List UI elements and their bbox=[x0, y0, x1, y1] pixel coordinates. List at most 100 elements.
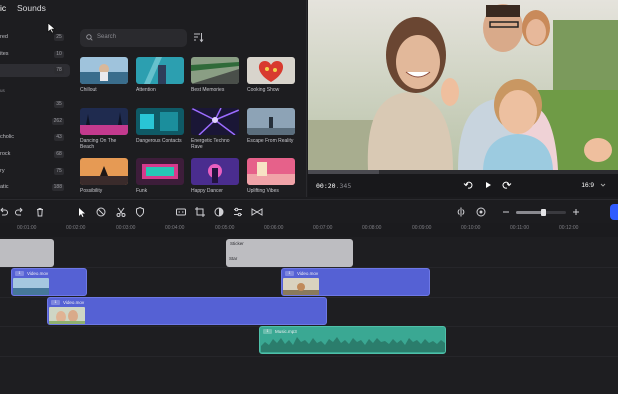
clip-thumbnail bbox=[49, 307, 85, 324]
track-title: Escape From Reality bbox=[247, 138, 294, 144]
rewind-icon[interactable] bbox=[463, 180, 473, 190]
category-count: 10 bbox=[54, 51, 64, 58]
clip-label: Video.mov bbox=[63, 300, 85, 305]
redo-icon[interactable] bbox=[14, 206, 26, 218]
ruler-label: 00:08:00 bbox=[362, 225, 382, 231]
category-item[interactable]: red 25 bbox=[0, 31, 70, 44]
track-thumbnail bbox=[136, 57, 184, 84]
search-icon bbox=[86, 34, 93, 41]
track-card[interactable]: Happy Dancer bbox=[191, 158, 239, 194]
magnet-icon[interactable] bbox=[475, 206, 487, 218]
category-group-header: us bbox=[0, 84, 70, 97]
search-input[interactable]: Search bbox=[80, 29, 187, 47]
category-item[interactable]: 262 bbox=[0, 115, 70, 128]
category-count: 35 bbox=[54, 101, 64, 108]
forward-icon[interactable] bbox=[502, 180, 512, 190]
ruler-label: 00:01:00 bbox=[17, 225, 37, 231]
ruler-label: 00:12:00 bbox=[559, 225, 579, 231]
video-clip[interactable]: 1 Video.mov bbox=[281, 268, 430, 296]
ruler-label: 00:02:00 bbox=[66, 225, 86, 231]
track-card[interactable]: Escape From Reality bbox=[247, 108, 295, 144]
zoom-knob[interactable] bbox=[541, 209, 546, 216]
track-card[interactable]: Dangerous Contacts bbox=[136, 108, 184, 144]
timeline-toolbar bbox=[0, 199, 618, 223]
split-view-icon[interactable] bbox=[455, 206, 467, 218]
timeline-tracks: Sticker Star 1 Video.mov 1 Video.mov 1 V… bbox=[0, 237, 618, 394]
library-tabs: ic Sounds bbox=[0, 0, 307, 18]
category-count: 43 bbox=[54, 134, 64, 141]
track-title: Attention bbox=[136, 87, 156, 93]
tab-sounds[interactable]: Sounds bbox=[17, 3, 46, 13]
track-title: Energetic Techno Rave bbox=[191, 138, 230, 150]
video-editor-window: ic Sounds red 25 ites 10 78 us 35 262 chol… bbox=[0, 0, 618, 394]
audio-clip[interactable]: 1 Music.mp3 bbox=[259, 326, 446, 354]
plus-icon[interactable] bbox=[570, 206, 582, 218]
color-icon[interactable] bbox=[213, 206, 225, 218]
video-clip[interactable]: 1 Video.mov bbox=[47, 297, 327, 325]
track-title: Dancing On The Beach bbox=[80, 138, 117, 150]
category-item[interactable]: ites 10 bbox=[0, 48, 70, 61]
disable-icon[interactable] bbox=[95, 206, 107, 218]
category-label: rock bbox=[0, 151, 11, 157]
track-card[interactable]: Possibility bbox=[80, 158, 128, 194]
category-item[interactable]: rock 68 bbox=[0, 148, 70, 161]
ruler-label: 00:04:00 bbox=[165, 225, 185, 231]
sticker-clip[interactable]: Sticker Star bbox=[226, 239, 353, 267]
search-placeholder: Search bbox=[97, 34, 117, 40]
ruler-label: 00:06:00 bbox=[264, 225, 284, 231]
ruler-label: 00:09:00 bbox=[412, 225, 432, 231]
crop-icon[interactable] bbox=[194, 206, 206, 218]
track-card[interactable]: Funk bbox=[136, 158, 184, 194]
track-thumbnail bbox=[191, 158, 239, 185]
track-title: Funk bbox=[136, 188, 148, 194]
timeline-ruler[interactable]: 00:01:00 00:02:00 00:03:00 00:04:00 00:0… bbox=[0, 223, 618, 237]
preview-scrubber[interactable] bbox=[308, 170, 618, 174]
track-card[interactable]: Dancing On The Beach bbox=[80, 108, 128, 150]
category-count: 68 bbox=[54, 151, 64, 158]
play-icon[interactable] bbox=[483, 180, 493, 190]
minus-icon[interactable] bbox=[500, 206, 512, 218]
track-thumbnail bbox=[80, 158, 128, 185]
category-item[interactable]: cholic 43 bbox=[0, 131, 70, 144]
category-item[interactable]: ry 75 bbox=[0, 165, 70, 178]
track-card[interactable]: Energetic Techno Rave bbox=[191, 108, 239, 150]
category-item[interactable]: atic 188 bbox=[0, 181, 70, 194]
track-card[interactable]: Best Memories bbox=[191, 57, 239, 93]
shield-icon[interactable] bbox=[134, 206, 146, 218]
sort-icon[interactable] bbox=[192, 31, 204, 44]
clip-thumbnail bbox=[13, 278, 49, 295]
chevron-down-icon[interactable] bbox=[600, 182, 606, 188]
export-button[interactable] bbox=[610, 204, 618, 220]
aspect-ratio-select[interactable]: 16:9 bbox=[581, 182, 594, 189]
category-count: 188 bbox=[51, 184, 64, 191]
track-thumbnail bbox=[80, 57, 128, 84]
video-clip[interactable]: 1 Video.mov bbox=[11, 268, 87, 296]
scissors-icon[interactable] bbox=[115, 206, 127, 218]
tab-music[interactable]: ic bbox=[0, 3, 6, 13]
track-card[interactable]: Uplifting Vibes bbox=[247, 158, 295, 194]
select-icon[interactable] bbox=[76, 206, 88, 218]
category-label: cholic bbox=[0, 134, 15, 140]
track-card[interactable]: Cooking Show bbox=[247, 57, 295, 93]
track-thumbnail bbox=[191, 108, 239, 135]
zoom-fill bbox=[516, 211, 544, 214]
transition-icon[interactable] bbox=[251, 206, 263, 218]
undo-icon[interactable] bbox=[0, 206, 9, 218]
timecode-fraction: .345 bbox=[335, 182, 352, 190]
clip-tag: 1 bbox=[15, 271, 24, 276]
track-card[interactable]: Attention bbox=[136, 57, 184, 93]
video-preview[interactable] bbox=[308, 0, 618, 170]
track-thumbnail bbox=[136, 108, 184, 135]
zoom-slider[interactable] bbox=[516, 209, 566, 216]
delete-icon[interactable] bbox=[34, 206, 46, 218]
track-title: Possibility bbox=[80, 188, 103, 194]
track-title: Cooking Show bbox=[247, 87, 280, 93]
track-card[interactable]: Chillout bbox=[80, 57, 128, 93]
ruler-label: 00:07:00 bbox=[313, 225, 333, 231]
adjust-icon[interactable] bbox=[232, 206, 244, 218]
timecode-main: 00:20 bbox=[316, 182, 336, 190]
sticker-clip[interactable] bbox=[0, 239, 54, 267]
caption-icon[interactable] bbox=[175, 206, 187, 218]
category-item[interactable]: 35 bbox=[0, 98, 70, 111]
category-item-selected[interactable]: 78 bbox=[0, 64, 70, 77]
